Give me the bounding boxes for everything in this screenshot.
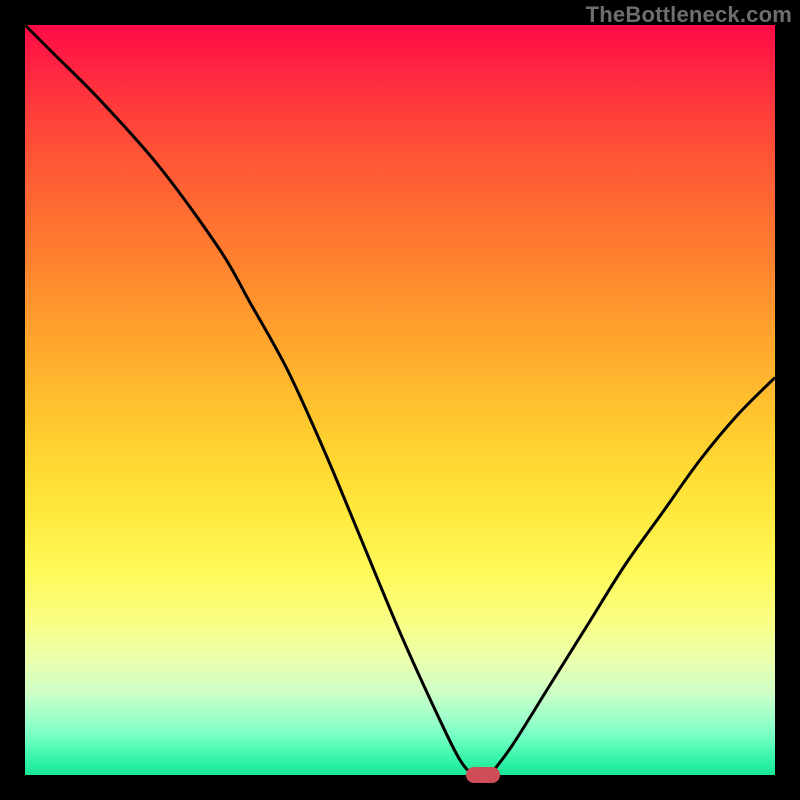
- bottleneck-curve: [25, 25, 775, 775]
- curve-left-branch: [25, 25, 490, 776]
- minimum-marker: [466, 767, 500, 783]
- plot-area: [25, 25, 775, 775]
- chart-frame: TheBottleneck.com: [0, 0, 800, 800]
- curve-right-branch: [490, 378, 775, 776]
